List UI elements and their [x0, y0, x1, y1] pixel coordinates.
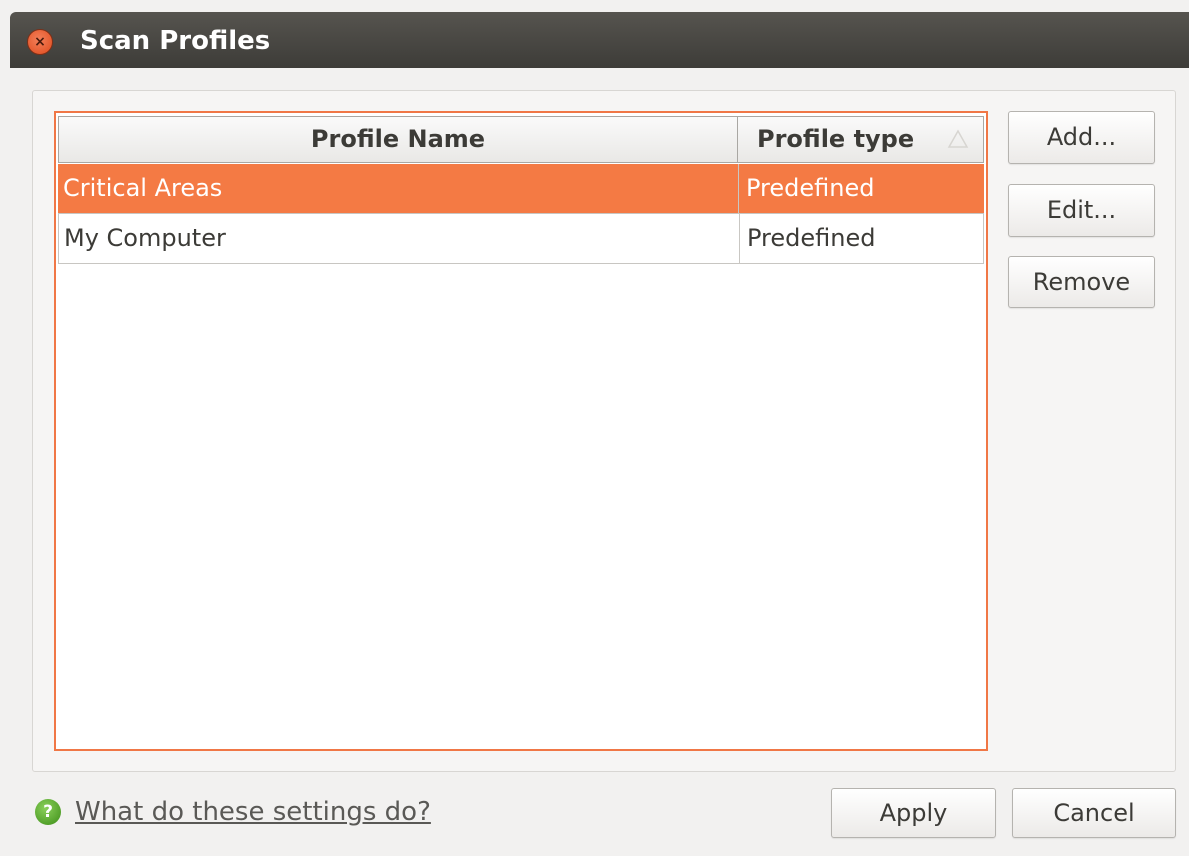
edit-button[interactable]: Edit... [1008, 184, 1155, 237]
window-title: Scan Profiles [80, 26, 271, 56]
profile-name-cell: My Computer [64, 224, 226, 252]
sort-ascending-icon [947, 129, 969, 148]
close-icon[interactable]: × [27, 29, 53, 55]
cancel-button[interactable]: Cancel [1012, 788, 1176, 838]
column-header-profile-type-label: Profile type [757, 125, 915, 153]
profile-type-cell: Predefined [739, 214, 985, 264]
apply-button[interactable]: Apply [831, 788, 996, 838]
table-row-critical-areas[interactable]: Critical Areas Predefined [58, 164, 984, 214]
profile-name-cell: Critical Areas [63, 174, 223, 202]
help-icon[interactable]: ? [35, 799, 61, 825]
table-header: Profile Name Profile type [58, 116, 984, 163]
column-header-profile-name[interactable]: Profile Name [58, 116, 738, 163]
scan-profiles-dialog: × Scan Profiles Profile Name Profile typ… [0, 0, 1189, 856]
add-button[interactable]: Add... [1008, 111, 1155, 164]
help-link[interactable]: What do these settings do? [75, 795, 431, 829]
column-header-profile-type[interactable]: Profile type [737, 116, 984, 163]
table-row-my-computer[interactable]: My Computer Predefined [58, 214, 984, 264]
profile-type-cell: Predefined [738, 164, 984, 214]
remove-button[interactable]: Remove [1008, 256, 1155, 308]
